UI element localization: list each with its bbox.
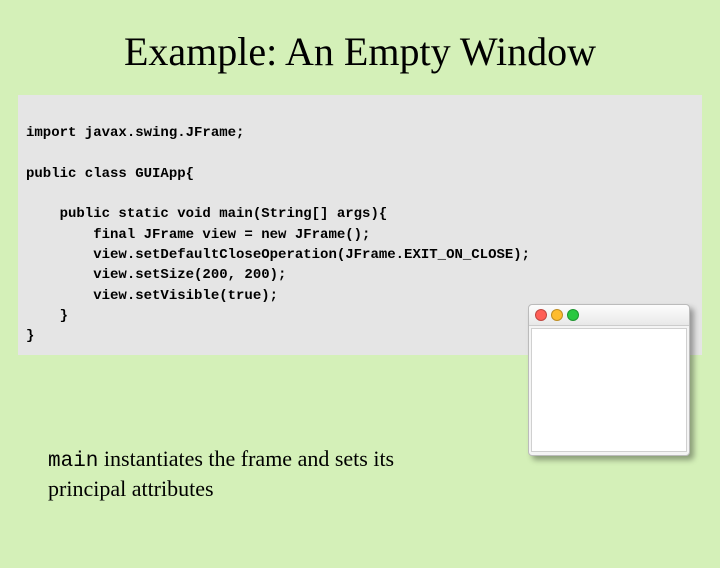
code-line: import javax.swing.JFrame; bbox=[26, 125, 244, 141]
caption-rest: instantiates the frame and sets its prin… bbox=[48, 446, 394, 501]
window-content-area bbox=[531, 328, 687, 452]
code-line: public class GUIApp{ bbox=[26, 166, 194, 182]
window-titlebar bbox=[529, 305, 689, 326]
slide-title: Example: An Empty Window bbox=[0, 28, 720, 75]
close-icon bbox=[535, 309, 547, 321]
minimize-icon bbox=[551, 309, 563, 321]
code-line: view.setSize(200, 200); bbox=[26, 267, 286, 283]
code-line: view.setDefaultCloseOperation(JFrame.EXI… bbox=[26, 247, 530, 263]
caption-text: main instantiates the frame and sets its… bbox=[48, 445, 448, 503]
swing-window-preview bbox=[528, 304, 690, 456]
zoom-icon bbox=[567, 309, 579, 321]
code-line: } bbox=[26, 328, 34, 344]
code-line: } bbox=[26, 308, 68, 324]
code-line: final JFrame view = new JFrame(); bbox=[26, 227, 370, 243]
caption-mono: main bbox=[48, 450, 98, 473]
code-line: public static void main(String[] args){ bbox=[26, 206, 387, 222]
code-line: view.setVisible(true); bbox=[26, 288, 278, 304]
